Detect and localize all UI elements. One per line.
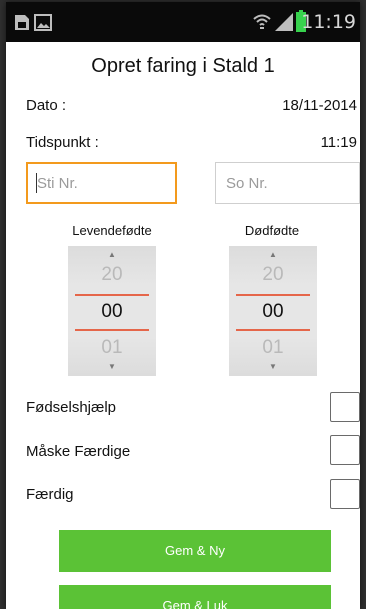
app-screen: 11:19 Opret faring i Stald 1 Dato : 18/1… (6, 2, 360, 609)
increment-arrow-icon[interactable]: ▲ (68, 250, 156, 259)
save-and-new-button[interactable]: Gem & Ny (59, 530, 331, 572)
status-bar: 11:19 (6, 2, 360, 42)
date-value[interactable]: 18/11-2014 (282, 97, 357, 114)
sti-number-input[interactable] (26, 162, 177, 204)
picker-divider (236, 294, 310, 296)
time-value[interactable]: 11:19 (321, 134, 357, 151)
picker-divider (236, 329, 310, 331)
clock: 11:19 (301, 11, 356, 33)
signal-icon (275, 13, 293, 31)
save-and-close-button[interactable]: Gem & Luk (59, 585, 331, 609)
live-born-picker[interactable]: ▲ 20 00 01 ▼ (68, 246, 156, 376)
so-number-input[interactable] (215, 162, 360, 204)
time-label: Tidspunkt : (26, 134, 99, 151)
decrement-arrow-icon[interactable]: ▼ (68, 362, 156, 371)
done-checkbox[interactable] (330, 479, 360, 509)
sim-icon (15, 15, 29, 30)
picker-current-value[interactable]: 00 (229, 301, 317, 323)
stillborn-label: Dødfødte (244, 223, 300, 238)
page-title: Opret faring i Stald 1 (91, 55, 275, 77)
maybe-done-label: Måske Færdige (26, 443, 131, 460)
picker-next-value[interactable]: 01 (68, 337, 156, 359)
birth-assist-checkbox[interactable] (330, 392, 360, 422)
stillborn-picker[interactable]: ▲ 20 00 01 ▼ (229, 246, 317, 376)
picker-divider (75, 294, 149, 296)
increment-arrow-icon[interactable]: ▲ (229, 250, 317, 259)
wifi-icon (253, 14, 271, 29)
decrement-arrow-icon[interactable]: ▼ (229, 362, 317, 371)
image-icon (34, 14, 52, 31)
date-label: Dato : (26, 97, 67, 114)
picker-prev-value[interactable]: 20 (229, 264, 317, 286)
picker-prev-value[interactable]: 20 (68, 264, 156, 286)
picker-divider (75, 329, 149, 331)
birth-assist-label: Fødselshjælp (26, 399, 117, 416)
text-cursor (36, 173, 37, 193)
picker-next-value[interactable]: 01 (229, 337, 317, 359)
picker-current-value[interactable]: 00 (68, 301, 156, 323)
done-label: Færdig (26, 486, 74, 503)
maybe-done-checkbox[interactable] (330, 435, 360, 465)
live-born-label: Levendefødte (72, 223, 152, 238)
